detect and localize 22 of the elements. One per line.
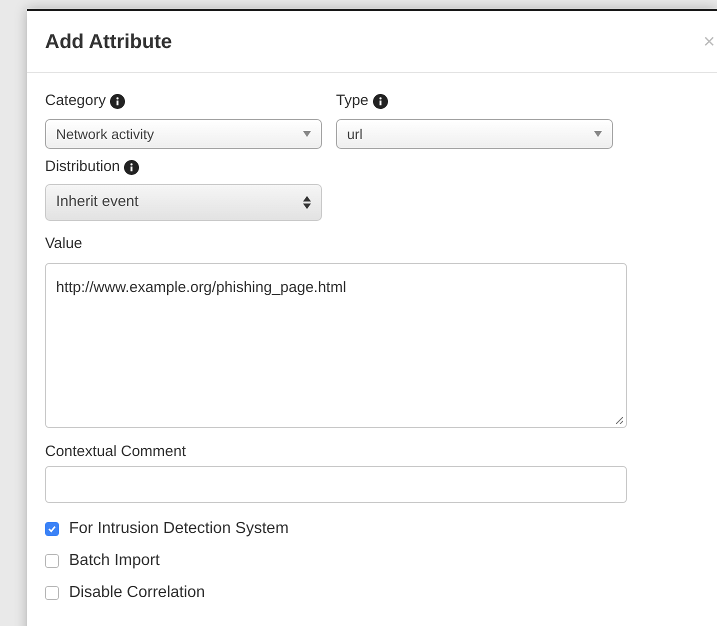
stepper-icon	[303, 196, 311, 209]
checkbox[interactable]	[45, 554, 59, 568]
checkbox-label: Disable Correlation	[69, 582, 206, 602]
dialog-title: Add Attribute	[45, 30, 172, 54]
dropdown[interactable]: Network activity	[45, 119, 322, 149]
field-label: Category	[45, 90, 106, 111]
caret-icon	[594, 131, 602, 137]
checkbox-label: For Intrusion Detection System	[69, 518, 289, 538]
field-label: Contextual Comment	[45, 442, 186, 462]
dropdown[interactable]: Inherit event	[45, 184, 322, 221]
resize-handle-icon	[616, 417, 623, 424]
caret-icon	[303, 131, 311, 137]
checkbox[interactable]	[45, 522, 59, 536]
dropdown[interactable]: url	[336, 119, 613, 149]
field-label: Distribution	[45, 156, 120, 177]
field-label: Value	[45, 234, 82, 254]
checkbox[interactable]	[45, 586, 59, 600]
check-icon	[47, 524, 57, 534]
input-field[interactable]	[45, 466, 627, 503]
field-label: Type	[336, 90, 369, 111]
checkbox-label: Batch Import	[69, 550, 160, 570]
value-textarea[interactable]: http://www.example.org/phishing_page.html	[45, 263, 627, 428]
